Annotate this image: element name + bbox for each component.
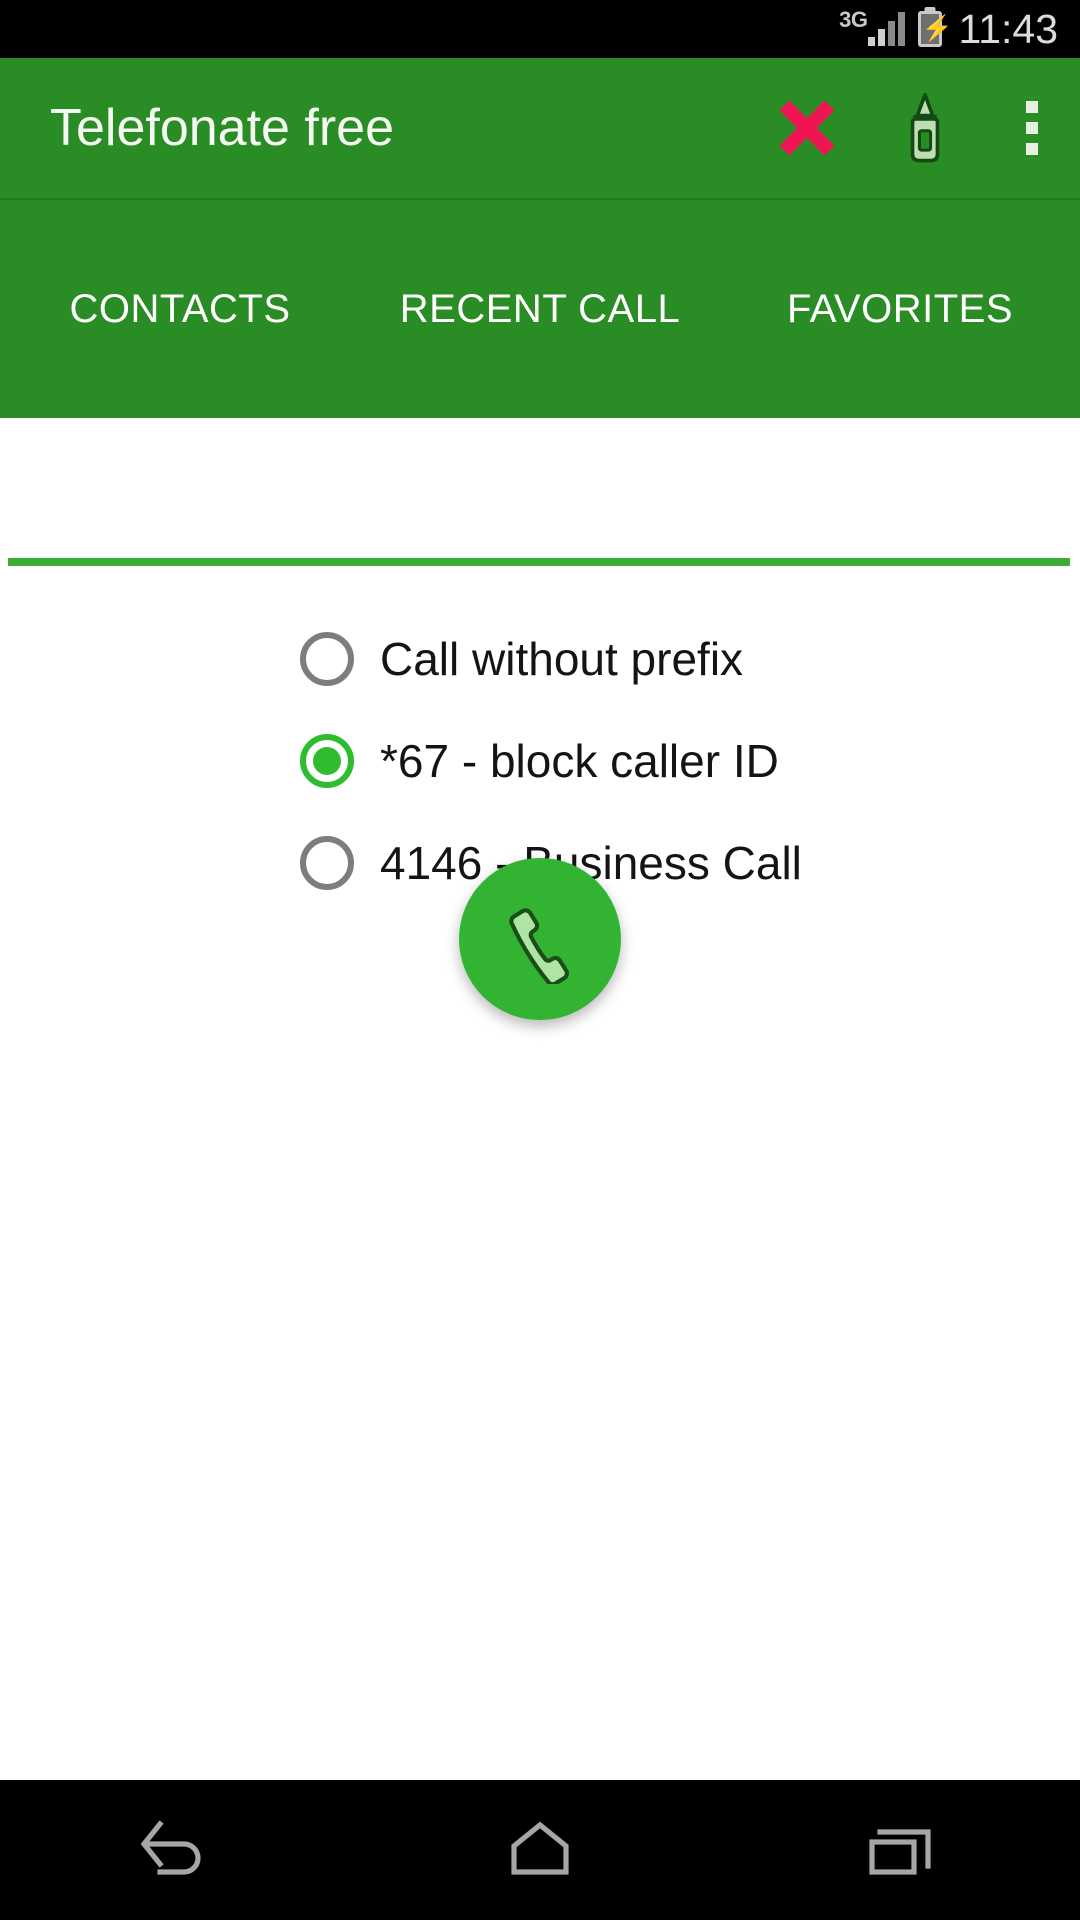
radio-option-call-without-prefix[interactable]: Call without prefix xyxy=(0,608,1080,710)
main-content: Call without prefix *67 - block caller I… xyxy=(0,418,1080,1780)
close-button[interactable] xyxy=(748,57,866,199)
tab-bar: CONTACTS RECENT CALL FAVORITES xyxy=(0,200,1080,418)
phone-handset-icon xyxy=(509,908,569,984)
radio-checked-icon xyxy=(300,734,354,788)
network-type-label: 3G xyxy=(839,7,868,32)
back-arrow-icon xyxy=(140,1820,201,1875)
status-bar-indicators: 3G ⚡ 11:43 xyxy=(839,5,1058,52)
status-bar: 3G ⚡ 11:43 xyxy=(0,0,1080,58)
radio-option-label: Call without prefix xyxy=(380,633,744,685)
radio-unchecked-icon xyxy=(300,836,354,890)
close-icon xyxy=(778,99,836,157)
navigation-bar xyxy=(0,1780,1080,1920)
tab-favorites[interactable]: FAVORITES xyxy=(720,289,1080,329)
signal-bars-icon xyxy=(868,12,906,46)
overflow-menu-button[interactable] xyxy=(984,57,1080,199)
status-bar-clock: 11:43 xyxy=(958,5,1058,52)
nav-home-button[interactable] xyxy=(360,1780,720,1920)
tab-contacts[interactable]: CONTACTS xyxy=(0,289,360,329)
battery-charging-icon: ⚡ xyxy=(918,11,953,47)
app-title: Telefonate free xyxy=(50,99,395,157)
radio-unchecked-icon xyxy=(300,632,354,686)
action-bar-buttons xyxy=(748,57,1080,199)
action-bar: Telefonate free xyxy=(0,58,1080,200)
nav-back-button[interactable] xyxy=(0,1780,360,1920)
radio-option-label: *67 - block caller ID xyxy=(380,735,779,787)
overflow-menu-icon xyxy=(1026,101,1038,155)
call-fab[interactable] xyxy=(459,858,621,1020)
glue-button[interactable] xyxy=(866,57,984,199)
tab-recent-call[interactable]: RECENT CALL xyxy=(360,289,720,329)
section-divider xyxy=(8,558,1070,566)
radio-option-block-caller-id[interactable]: *67 - block caller ID xyxy=(0,710,1080,812)
recents-icon xyxy=(869,1829,931,1875)
home-icon xyxy=(511,1821,569,1875)
battery-bolt-glyph: ⚡ xyxy=(921,14,953,43)
glue-bottle-icon xyxy=(910,92,940,163)
nav-recents-button[interactable] xyxy=(720,1780,1080,1920)
